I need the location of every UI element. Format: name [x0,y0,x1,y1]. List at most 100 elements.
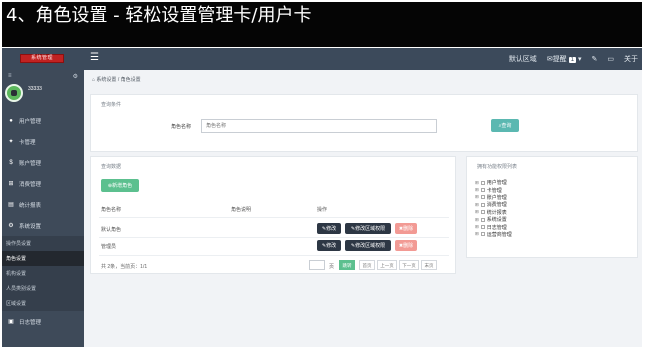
sidebar-item-system[interactable]: ⚙ 系统设置 [2,215,84,236]
expand-icon[interactable]: ⊞ [475,194,479,200]
edit-icon[interactable]: ✎ [592,55,598,63]
expand-icon[interactable]: ⊞ [475,224,479,230]
tree-item[interactable]: ⊞ 日志管理 [475,223,512,231]
brand-logo[interactable]: 系统管理 [20,54,64,63]
tree-item[interactable]: ⊞ 用户管理 [475,179,512,187]
checkbox[interactable] [480,195,485,200]
page-label: 页 [329,264,335,270]
permission-panel: 拥有功能权限列表 ⊞ 用户管理 ⊞ 卡管理 ⊞ 账户管理 ⊞ 消费管理 ⊞ 统计报表 ⊞ 系… [466,156,638,258]
tree-item-label: 运营商管理 [486,231,512,238]
edit-region-label: 修改区域权限 [355,226,386,232]
expand-icon[interactable]: ⊞ [475,187,479,193]
checkbox[interactable] [480,188,485,193]
list-icon[interactable]: ≡ [8,73,12,79]
header-divider [99,217,449,218]
tree-item[interactable]: ⊞ 卡管理 [475,186,512,194]
checkbox[interactable] [480,217,485,222]
search-button-label: 查询 [501,123,512,129]
log-icon: ▣ [8,319,14,325]
breadcrumb-current: 角色设置 [120,77,141,83]
sidebar-subitem-roles[interactable]: 角色设置 [2,251,84,266]
data-panel-title: 查询数据 [101,164,122,170]
sidebar-item-consumption[interactable]: ⊞ 消费管理 [2,173,84,194]
tree-item[interactable]: ⊞ 账户管理 [475,194,512,201]
edit-region-button[interactable]: ✎ 修改区域权限 [345,223,391,234]
slide-title: 4、角色设置 - 轻松设置管理卡/用户卡 [2,2,642,47]
role-name-cell: 默认角色 [101,227,122,233]
edit-label: 修改 [326,226,337,232]
first-page-button[interactable]: 首页 [359,260,375,270]
main-content: ⌂ 系统设置 / 角色设置 查询条件 角色名称 ⌕查询 查询数据 ⊕新增角色 角… [84,70,642,347]
dollar-icon: $ [9,159,13,166]
delete-button[interactable]: ✖ 删除 [395,240,417,251]
search-panel: 查询条件 角色名称 ⌕查询 [90,94,638,152]
sidebar-item-label: 消费管理 [19,181,42,188]
page-number-input[interactable] [309,260,325,270]
add-role-button[interactable]: ⊕ 新增角色 [101,179,139,192]
prev-page-button[interactable]: 上一页 [377,260,397,270]
checkbox[interactable] [480,210,485,215]
hamburger-icon[interactable]: ☰ [90,52,99,63]
cart-icon: ⊞ [8,181,14,187]
last-page-button[interactable]: 末页 [421,260,437,270]
role-name-input[interactable] [201,119,437,133]
pager-summary: 共 2条，当前页：1/1 [101,264,148,270]
sidebar-item-users[interactable]: ● 用户管理 [2,110,84,131]
permission-tree: ⊞ 用户管理 ⊞ 卡管理 ⊞ 账户管理 ⊞ 消费管理 ⊞ 统计报表 ⊞ 系统设置 ⊞ 日志管理… [475,179,512,238]
tree-item[interactable]: ⊞ 消费管理 [475,201,512,209]
expand-icon[interactable]: ⊞ [475,217,479,223]
app-window: 系统管理 ☰ 默认区域 ✉提醒 1 ▾ ✎ ▭ 关于 ≡ ⚙ 33333 ● 用户管… [2,48,642,347]
data-panel: 查询数据 ⊕ 新增角色 角色名称 角色说明 操作 默认角色 ✎ 修改 ✎ 修改区域权限… [90,156,456,274]
user-icon: ● [9,117,13,124]
sidebar-item-label: 统计报表 [19,202,42,209]
tree-item[interactable]: ⊞ 运营商管理 [475,231,512,238]
sidebar-subitem-orgs[interactable]: 机构设置 [2,266,84,281]
sidebar: ≡ ⚙ 33333 ● 用户管理 ✦ 卡管理 $ 账户管理 ⊞ 消费管理 ▤ 统计报表 ⚙… [2,70,84,347]
chart-icon: ▤ [8,202,14,208]
tree-item[interactable]: ⊞ 系统设置 [475,216,512,224]
checkbox[interactable] [480,232,485,237]
tree-item-label: 卡管理 [486,187,502,194]
permission-panel-title: 拥有功能权限列表 [477,164,518,170]
search-button[interactable]: ⌕ 查询 [491,119,519,132]
top-navbar: 系统管理 ☰ 默认区域 ✉提醒 1 ▾ ✎ ▭ 关于 [2,48,642,70]
sidebar-item-reports[interactable]: ▤ 统计报表 [2,194,84,215]
sidebar-subitem-operators[interactable]: 操作员设置 [2,236,84,251]
checkbox[interactable] [480,202,485,207]
sidebar-item-cards[interactable]: ✦ 卡管理 [2,131,84,152]
expand-icon[interactable]: ⊞ [475,231,479,237]
edit-button[interactable]: ✎ 修改 [317,240,341,251]
top-right-menu: 默认区域 ✉提醒 1 ▾ ✎ ▭ 关于 [509,54,638,64]
add-role-label: 新增角色 [112,183,133,189]
sidebar-item-label: 系统设置 [19,223,42,230]
go-page-button[interactable]: 跳转 [339,260,355,270]
tree-item[interactable]: ⊞ 统计报表 [475,209,512,216]
sidebar-item-logs[interactable]: ▣ 日志管理 [2,311,84,332]
mail-count-badge: 1 [568,57,577,63]
sidebar-item-label: 卡管理 [19,139,36,146]
edit-button[interactable]: ✎ 修改 [317,223,341,234]
settings-icon[interactable]: ⚙ [73,73,78,80]
sidebar-header: ≡ ⚙ [2,70,84,82]
expand-icon[interactable]: ⊞ [475,209,479,215]
avatar[interactable] [5,84,23,102]
checkbox[interactable] [480,225,485,230]
checkbox[interactable] [480,180,485,185]
mail-menu[interactable]: ✉提醒 1 ▾ [547,54,582,64]
sidebar-item-accounts[interactable]: $ 账户管理 [2,152,84,173]
region-selector[interactable]: 默认区域 [509,54,537,64]
about-link[interactable]: 关于 [624,54,638,64]
next-page-button[interactable]: 下一页 [399,260,419,270]
edit-region-button[interactable]: ✎ 修改区域权限 [345,240,391,251]
role-name-label: 角色名称 [171,124,192,130]
expand-icon[interactable]: ⊞ [475,180,479,186]
expand-icon[interactable]: ⊞ [475,202,479,208]
delete-button[interactable]: ✖ 删除 [395,223,417,234]
sidebar-subitem-regions[interactable]: 区域设置 [2,296,84,311]
logo-text: 系统管理 [30,55,53,61]
breadcrumb-home[interactable]: 系统设置 [96,77,116,83]
row-divider [99,237,449,238]
tree-item-label: 系统设置 [486,217,507,224]
monitor-icon[interactable]: ▭ [607,55,614,63]
sidebar-subitem-personnel[interactable]: 人员类别设置 [2,281,84,296]
